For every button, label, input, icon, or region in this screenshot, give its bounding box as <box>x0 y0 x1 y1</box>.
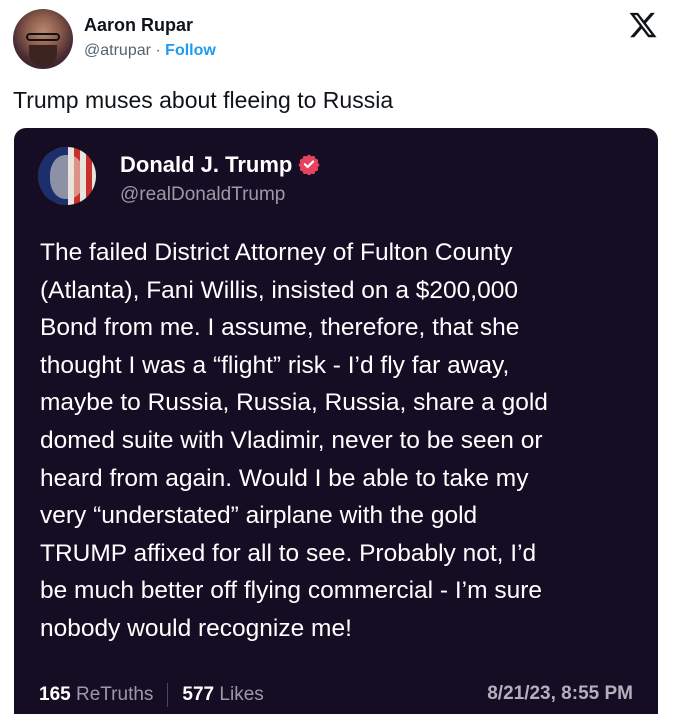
post-body: The failed District Attorney of Fulton C… <box>40 234 640 648</box>
follow-button[interactable]: Follow <box>165 42 216 59</box>
tweet-header: Aaron Rupar @atrupar · Follow <box>0 0 674 80</box>
post-body-line: (Atlanta), Fani Willis, insisted on a $2… <box>40 276 518 304</box>
poster-handle[interactable]: @realDonaldTrump <box>120 184 285 206</box>
retruths-label: ReTruths <box>75 684 154 705</box>
retruths-stat[interactable]: 165 ReTruths <box>39 684 153 706</box>
post-body-line: maybe to Russia, Russia, Russia, share a… <box>40 389 548 417</box>
post-body-line: thought I was a “flight” risk - I’d fly … <box>40 351 510 379</box>
post-body-line: nobody would recognize me! <box>40 614 352 642</box>
retruths-count: 165 <box>39 684 71 705</box>
post-body-line: domed suite with Vladimir, never to be s… <box>40 426 543 454</box>
author-handle[interactable]: @atrupar <box>84 42 151 59</box>
post-body-line: The failed District Attorney of Fulton C… <box>40 239 513 266</box>
verified-badge-icon <box>298 154 320 175</box>
meta-separator: · <box>155 42 161 59</box>
avatar-glasses <box>26 33 60 41</box>
stats-divider <box>167 683 169 707</box>
post-body-line: Bond from me. I assume, therefore, that … <box>40 314 520 342</box>
likes-label: Likes <box>219 684 264 705</box>
post-body-line: TRUMP affixed for all to see. Probably n… <box>40 539 537 567</box>
likes-count: 577 <box>182 684 215 705</box>
poster-name-row: Donald J. Trump <box>120 152 320 178</box>
avatar-face <box>50 155 84 199</box>
likes-stat[interactable]: 577 Likes <box>182 684 263 706</box>
post-body-line: very “understated” airplane with the gol… <box>40 502 478 530</box>
post-body-line: be much better off flying commercial - I… <box>40 577 542 605</box>
tweet-text: Trump muses about fleeing to Russia <box>13 87 394 113</box>
author-meta: @atrupar · Follow <box>84 42 216 60</box>
poster-name[interactable]: Donald J. Trump <box>120 152 292 177</box>
author-avatar[interactable] <box>13 9 73 69</box>
x-logo-icon[interactable] <box>628 10 658 40</box>
post-body-line: heard from again. Would I be able to tak… <box>40 464 529 492</box>
embedded-post-card[interactable]: Donald J. Trump @realDonaldTrump The fai… <box>14 128 658 714</box>
avatar-beard <box>29 45 57 67</box>
post-timestamp[interactable]: 8/21/23, 8:55 PM <box>487 683 633 705</box>
poster-avatar[interactable] <box>38 147 96 205</box>
post-stats: 165 ReTruths 577 Likes <box>39 683 264 707</box>
author-name[interactable]: Aaron Rupar <box>84 15 193 36</box>
